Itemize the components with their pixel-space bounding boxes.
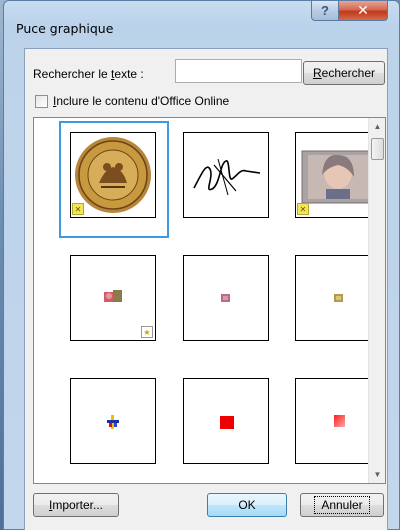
scroll-up-arrow-icon[interactable]: ▲ xyxy=(369,118,385,135)
help-button[interactable]: ? xyxy=(311,1,339,21)
ok-button-label: OK xyxy=(238,498,256,512)
search-button-label: Rechercher xyxy=(312,66,376,80)
bullet-gallery: ✕ ✕ ★ ▲ ▼ xyxy=(33,117,386,484)
include-online-label: Inclure le contenu d'Office Online xyxy=(53,94,230,108)
pink-bullet-image xyxy=(221,294,230,302)
signature-image xyxy=(193,158,261,196)
title-bar: Puce graphique ? ✕ xyxy=(4,1,399,36)
gallery-scrollbar[interactable]: ▲ ▼ xyxy=(368,118,385,483)
search-input[interactable] xyxy=(175,59,302,83)
cancel-button-label: Annuler xyxy=(314,496,370,514)
include-online-checkbox[interactable] xyxy=(35,94,48,108)
dialog-body: Rechercher le texte : Rechercher Inclure… xyxy=(24,48,388,530)
gallery-item-small-pink-bullet[interactable] xyxy=(183,255,269,341)
scroll-down-arrow-icon[interactable]: ▼ xyxy=(369,466,385,483)
gallery-item-signature[interactable] xyxy=(183,132,269,218)
dialog-title: Puce graphique xyxy=(16,21,114,36)
cancel-button[interactable]: Annuler xyxy=(300,493,384,517)
star-badge-icon: ✕ xyxy=(297,203,309,215)
gallery-item-red-square-bullet[interactable] xyxy=(183,378,269,464)
gallery-item-flower-bullet[interactable]: ★ xyxy=(70,255,156,341)
search-button[interactable]: Rechercher xyxy=(303,61,385,85)
cross-bullet-image xyxy=(107,415,119,429)
gallery-item-cross-bullet[interactable] xyxy=(70,378,156,464)
import-button[interactable]: Importer... xyxy=(33,493,119,517)
import-button-label: Importer... xyxy=(48,498,104,512)
scroll-thumb[interactable] xyxy=(371,138,384,160)
search-label: Rechercher le texte : xyxy=(33,67,144,81)
dialog-window: Puce graphique ? ✕ Rechercher le texte :… xyxy=(3,0,400,530)
question-icon: ? xyxy=(321,3,329,18)
gallery-item-seal[interactable]: ✕ xyxy=(70,132,156,218)
include-online-row[interactable]: Inclure le contenu d'Office Online xyxy=(35,94,229,108)
animated-star-badge-icon: ★ xyxy=(141,326,153,338)
close-button[interactable]: ✕ xyxy=(338,1,388,21)
red-square-image xyxy=(220,416,234,429)
close-icon: ✕ xyxy=(357,2,369,18)
star-badge-icon: ✕ xyxy=(72,203,84,215)
ok-button[interactable]: OK xyxy=(207,493,287,517)
